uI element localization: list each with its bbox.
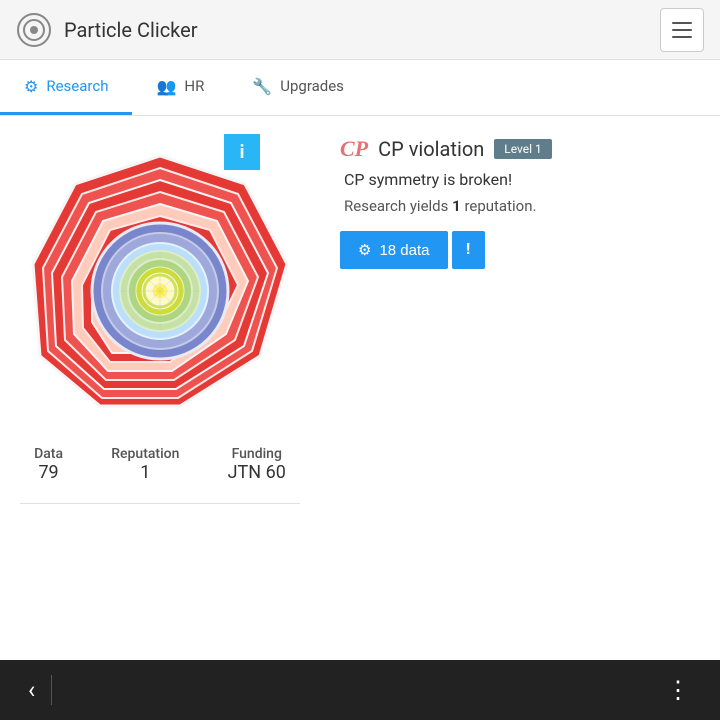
app-logo <box>16 12 52 48</box>
action-row: ⚙ 18 data ! <box>340 231 700 269</box>
hr-tab-icon: 👥 <box>156 77 176 96</box>
research-yield: Research yields 1 reputation. <box>344 197 700 215</box>
stat-data: Data 79 <box>34 446 63 483</box>
yield-suffix: reputation. <box>461 197 537 215</box>
upgrades-tab-icon: 🔧 <box>252 77 272 96</box>
yield-text: Research yields <box>344 197 452 215</box>
info-button[interactable]: i <box>224 134 260 170</box>
divider <box>20 503 300 504</box>
data-value: 79 <box>38 462 58 483</box>
data-label: Data <box>34 446 63 462</box>
cp-violation-icon: CP <box>340 136 368 162</box>
tab-hr[interactable]: 👥 HR <box>132 60 228 115</box>
research-name: CP violation <box>378 137 484 161</box>
data-button[interactable]: ⚙ 18 data <box>340 231 448 269</box>
exclaim-button[interactable]: ! <box>452 231 485 269</box>
hr-tab-label: HR <box>184 77 204 95</box>
gear-icon: ⚙ <box>358 241 371 259</box>
menu-button[interactable] <box>660 8 704 52</box>
yield-value: 1 <box>452 197 461 215</box>
nav-divider <box>51 675 52 705</box>
research-description: CP symmetry is broken! <box>344 170 700 189</box>
tab-research[interactable]: ⚙ Research <box>0 60 132 115</box>
data-button-label: 18 data <box>379 242 429 259</box>
app-bar-left: Particle Clicker <box>16 12 198 48</box>
reputation-value: 1 <box>140 462 150 483</box>
left-panel: i <box>0 116 320 660</box>
research-tab-icon: ⚙ <box>24 77 38 96</box>
main-content: i <box>0 116 720 660</box>
tab-bar: ⚙ Research 👥 HR 🔧 Upgrades <box>0 60 720 116</box>
upgrades-tab-label: Upgrades <box>280 77 344 95</box>
back-button[interactable]: ‹ <box>20 668 43 712</box>
app-bar: Particle Clicker <box>0 0 720 60</box>
research-tab-label: Research <box>46 77 108 95</box>
funding-value: JTN 60 <box>228 462 286 483</box>
bottom-bar: ‹ ⋮ <box>0 660 720 720</box>
level-badge: Level 1 <box>494 139 552 159</box>
reputation-label: Reputation <box>111 446 179 462</box>
more-button[interactable]: ⋮ <box>658 668 700 712</box>
particle-diagram <box>20 146 300 426</box>
research-item-header: CP CP violation Level 1 <box>340 136 700 162</box>
research-item-cp-violation: CP CP violation Level 1 CP symmetry is b… <box>340 136 700 269</box>
hamburger-icon <box>672 29 692 31</box>
funding-label: Funding <box>232 446 282 462</box>
tab-upgrades[interactable]: 🔧 Upgrades <box>228 60 368 115</box>
right-panel: CP CP violation Level 1 CP symmetry is b… <box>320 116 720 660</box>
stat-funding: Funding JTN 60 <box>228 446 286 483</box>
hamburger-icon <box>672 36 692 38</box>
app-title: Particle Clicker <box>64 18 198 42</box>
hamburger-icon <box>672 22 692 24</box>
stats-row: Data 79 Reputation 1 Funding JTN 60 <box>0 426 320 493</box>
stat-reputation: Reputation 1 <box>111 446 179 483</box>
particle-visual[interactable] <box>20 146 300 426</box>
